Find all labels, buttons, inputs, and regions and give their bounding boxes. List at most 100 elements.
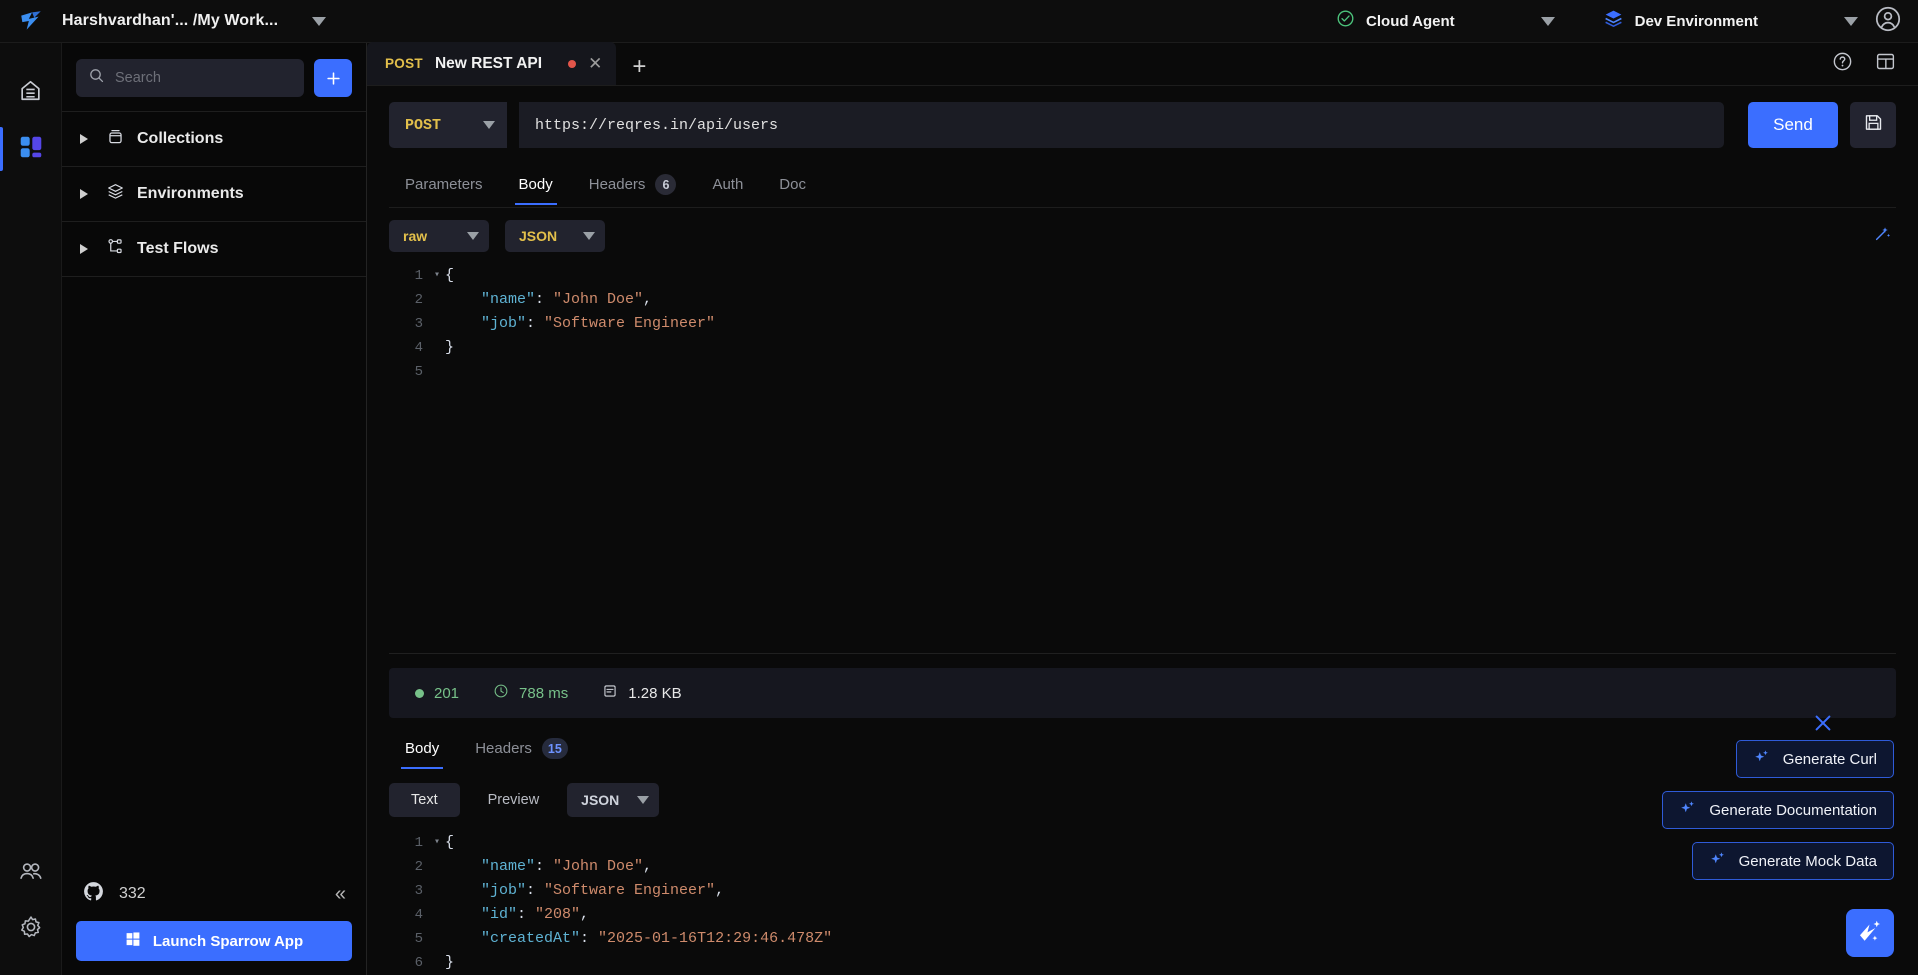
sidebar-empty-space <box>62 277 366 867</box>
triangle-right-icon[interactable] <box>80 134 88 144</box>
view-mode-text[interactable]: Text <box>389 783 460 817</box>
sidebar-item-collections[interactable]: Collections <box>62 112 366 167</box>
floppy-disk-icon <box>1863 112 1884 138</box>
tab-doc[interactable]: Doc <box>763 168 822 205</box>
add-button[interactable] <box>314 59 352 97</box>
search-box[interactable] <box>76 59 304 97</box>
tab-parameters[interactable]: Parameters <box>389 168 499 205</box>
tab-label: Auth <box>712 176 744 193</box>
chevron-down-icon[interactable] <box>637 796 650 804</box>
environment-selector[interactable]: Dev Environment <box>1589 8 1772 34</box>
question-circle-icon[interactable] <box>1832 51 1853 77</box>
line-number: 5 <box>414 364 423 380</box>
request-code-line: 5 <box>367 360 1918 384</box>
app-root: Harshvardhan'... /My Work... Cloud Agent <box>0 0 1918 975</box>
line-number: 6 <box>414 955 423 971</box>
user-circle-icon[interactable] <box>1874 5 1902 38</box>
github-stars[interactable]: 332 « <box>76 867 352 921</box>
sparrow-ai-fab-button[interactable] <box>1846 909 1894 957</box>
environment-chevron-down-icon[interactable] <box>1844 16 1858 26</box>
unsaved-dot-icon <box>568 59 577 68</box>
chevron-down-icon[interactable] <box>312 16 327 26</box>
sidebar-item-test-flows[interactable]: Test Flows <box>62 222 366 277</box>
request-tab-strip: POST New REST API ✕ + <box>367 42 1918 86</box>
send-button[interactable]: Send <box>1748 102 1838 148</box>
view-mode-label: Text <box>411 792 438 808</box>
sidebar-item-environments[interactable]: Environments <box>62 167 366 222</box>
line-number: 2 <box>414 859 423 875</box>
chevron-down-icon[interactable] <box>483 121 495 129</box>
rail-item-workspaces[interactable] <box>0 121 62 177</box>
tab-headers[interactable]: Headers 6 <box>573 166 693 207</box>
rail-item-settings[interactable] <box>0 901 62 957</box>
url-row: POST https://reqres.in/api/users Send <box>367 86 1918 156</box>
tab-body[interactable]: Body <box>503 168 569 205</box>
new-tab-plus-icon[interactable]: + <box>616 55 662 85</box>
sidebar: Collections Environments <box>62 43 367 975</box>
top-bar-right: Cloud Agent Dev Environment <box>1322 5 1918 38</box>
sparrow-bird-logo-icon[interactable] <box>0 8 62 34</box>
request-code-line: 3 "job": "Software Engineer" <box>367 312 1918 336</box>
method-selector[interactable]: POST <box>389 102 507 148</box>
response-status-bar: 201 788 ms 1.28 KB <box>389 668 1896 718</box>
code-text: { <box>445 267 455 284</box>
response-format-selector[interactable]: JSON <box>567 783 660 817</box>
ai-suggestions-panel: Generate Curl Generate Documentation Gen… <box>1662 715 1894 957</box>
launch-sparrow-app-button[interactable]: Launch Sparrow App <box>76 921 352 961</box>
response-format-label: JSON <box>581 792 620 808</box>
generate-mock-data-button[interactable]: Generate Mock Data <box>1691 842 1894 880</box>
sidebar-item-label: Test Flows <box>137 240 219 257</box>
close-icon[interactable] <box>1812 712 1834 739</box>
magic-wand-icon[interactable] <box>1873 227 1892 247</box>
request-body-editor[interactable]: 1 ▾{2 "name": "John Doe", 3 "job": "Softwa… <box>367 252 1918 653</box>
body-format-selector[interactable]: JSON <box>505 220 605 252</box>
code-text: "name": "John Doe", <box>445 291 653 308</box>
line-number: 3 <box>414 883 423 899</box>
cloud-agent-selector[interactable]: Cloud Agent <box>1322 9 1469 33</box>
rail-item-team[interactable] <box>0 845 62 901</box>
fold-toggle-icon[interactable]: ▾ <box>429 264 445 288</box>
environment-label: Dev Environment <box>1634 12 1758 30</box>
code-text: { <box>445 834 455 851</box>
people-icon <box>18 858 44 889</box>
response-headers-count-badge: 15 <box>541 738 568 759</box>
layout-panels-icon[interactable] <box>1875 51 1896 77</box>
url-input[interactable]: https://reqres.in/api/users <box>519 102 1724 148</box>
workspace-name: Harshvardhan'... /My Work... <box>62 12 279 29</box>
line-number: 4 <box>414 907 423 923</box>
tab-auth[interactable]: Auth <box>696 168 759 205</box>
collection-icon <box>106 127 125 151</box>
code-text: "job": "Software Engineer", <box>445 882 725 899</box>
triangle-right-icon[interactable] <box>80 189 88 199</box>
save-request-button[interactable] <box>1850 102 1896 148</box>
line-number: 2 <box>414 292 423 308</box>
cloud-agent-chevron-down-icon[interactable] <box>1540 16 1555 26</box>
close-icon[interactable]: ✕ <box>588 55 602 72</box>
view-mode-preview[interactable]: Preview <box>474 783 554 817</box>
chevron-down-icon[interactable] <box>467 232 479 240</box>
triangle-right-icon[interactable] <box>80 244 88 254</box>
request-code-line: 2 "name": "John Doe", <box>367 288 1918 312</box>
generate-curl-button[interactable]: Generate Curl <box>1735 740 1894 778</box>
request-code-line: 4} <box>367 336 1918 360</box>
sidebar-item-label: Collections <box>137 130 224 147</box>
body-type-selector[interactable]: raw <box>389 220 489 252</box>
github-star-count: 332 <box>119 885 146 902</box>
sparkle-icon <box>1709 850 1727 872</box>
search-input[interactable] <box>115 70 292 86</box>
response-tab-body[interactable]: Body <box>389 732 455 769</box>
chevron-double-left-icon[interactable]: « <box>335 884 346 904</box>
workspace-selector[interactable]: Harshvardhan'... /My Work... <box>62 12 327 30</box>
request-tab[interactable]: POST New REST API ✕ <box>367 42 617 85</box>
generate-documentation-button[interactable]: Generate Documentation <box>1662 791 1894 829</box>
line-number: 5 <box>414 931 423 947</box>
fold-toggle-icon[interactable]: ▾ <box>429 831 445 855</box>
request-code-area[interactable]: 1 ▾{2 "name": "John Doe", 3 "job": "Softwa… <box>367 252 1918 653</box>
chevron-down-icon[interactable] <box>583 232 595 240</box>
rail-item-home[interactable] <box>0 65 62 121</box>
response-tab-headers[interactable]: Headers 15 <box>459 730 584 771</box>
